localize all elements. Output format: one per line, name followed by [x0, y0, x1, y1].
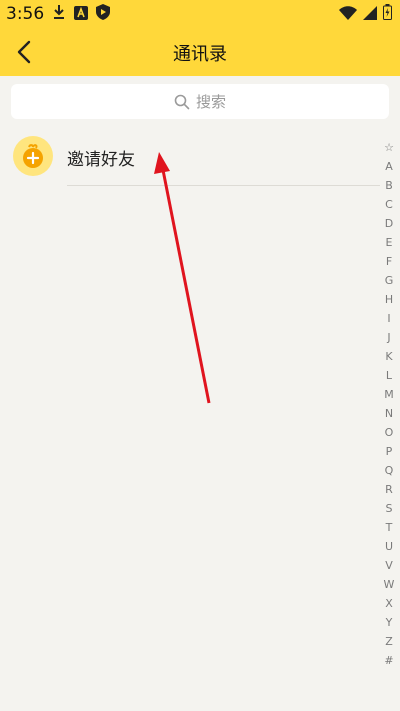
index-letter[interactable]: J	[387, 328, 390, 347]
index-letter[interactable]: #	[384, 651, 393, 670]
index-letter[interactable]: K	[385, 347, 392, 366]
invite-friends-label: 邀请好友	[67, 150, 135, 170]
alphabet-index-bar[interactable]: ☆ A B C D E F G H I J K L M N O P Q R S T U V W X Y Z #	[381, 138, 397, 670]
invite-avatar	[13, 136, 53, 176]
battery-icon	[383, 4, 392, 24]
index-letter[interactable]: I	[387, 309, 390, 328]
add-friend-icon	[23, 144, 43, 168]
header: 3:56 通讯录	[0, 0, 400, 76]
index-letter[interactable]: N	[385, 404, 393, 423]
index-letter[interactable]: L	[386, 366, 392, 385]
index-letter[interactable]: T	[386, 518, 393, 537]
index-letter[interactable]: E	[386, 233, 393, 252]
index-letter[interactable]: W	[384, 575, 395, 594]
index-letter[interactable]: S	[386, 499, 393, 518]
index-letter[interactable]: M	[384, 385, 394, 404]
index-letter[interactable]: D	[385, 214, 393, 233]
index-letter[interactable]: G	[385, 271, 394, 290]
invite-friends-item[interactable]: 邀请好友	[0, 132, 380, 182]
search-input[interactable]: 搜索	[11, 84, 389, 119]
index-letter[interactable]: A	[385, 157, 393, 176]
index-letter[interactable]: V	[385, 556, 393, 575]
index-letter[interactable]: F	[386, 252, 392, 271]
status-time: 3:56	[6, 4, 45, 24]
contacts-screen: 3:56 通讯录 搜索 邀请好友 ☆ A B C D E F G H I J K…	[0, 0, 400, 711]
status-icons-right	[339, 4, 392, 24]
page-title: 通讯录	[173, 44, 227, 65]
play-shield-icon	[96, 4, 110, 24]
status-icons-left	[52, 4, 110, 24]
a-app-icon	[74, 5, 88, 24]
signal-icon	[363, 5, 377, 24]
index-letter[interactable]: U	[385, 537, 393, 556]
search-icon	[174, 94, 190, 109]
index-letter[interactable]: C	[385, 195, 393, 214]
index-letter[interactable]: ☆	[384, 138, 394, 157]
search-placeholder: 搜索	[195, 93, 226, 111]
index-letter[interactable]: Q	[385, 461, 394, 480]
index-letter[interactable]: H	[385, 290, 393, 309]
index-letter[interactable]: O	[385, 423, 394, 442]
wifi-icon	[339, 5, 357, 24]
status-bar: 3:56	[0, 0, 400, 28]
index-letter[interactable]: R	[385, 480, 393, 499]
index-letter[interactable]: X	[385, 594, 393, 613]
download-icon	[52, 4, 66, 24]
index-letter[interactable]: Z	[385, 632, 393, 651]
index-letter[interactable]: B	[385, 176, 393, 195]
index-letter[interactable]: P	[386, 442, 393, 461]
title-bar: 通讯录	[0, 28, 400, 76]
list-divider	[67, 185, 380, 186]
index-letter[interactable]: Y	[386, 613, 393, 632]
